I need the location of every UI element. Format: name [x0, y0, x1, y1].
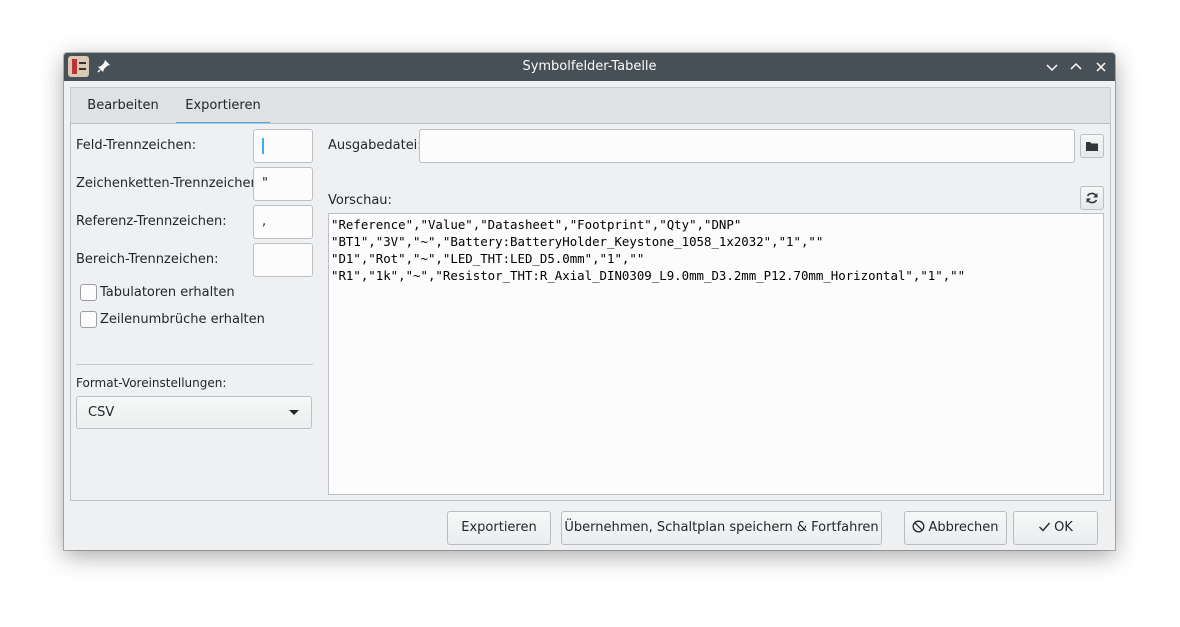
tab-bar: Bearbeiten Exportieren — [70, 87, 1111, 125]
preview-line: "Reference","Value","Datasheet","Footpri… — [331, 217, 742, 232]
preview-text-area[interactable]: "Reference","Value","Datasheet","Footpri… — [328, 213, 1104, 495]
folder-icon — [1086, 142, 1098, 151]
close-icon[interactable] — [1093, 59, 1109, 75]
keep-linebreaks-label[interactable]: Zeilenumbrüche erhalten — [100, 312, 265, 327]
dropdown-arrow-icon — [289, 410, 299, 415]
symbol-fields-table-dialog: Symbolfelder-Tabelle Bearbeiten Exportie… — [64, 53, 1115, 550]
text-cursor — [262, 137, 264, 154]
tab-export[interactable]: Exportieren — [176, 88, 270, 125]
divider — [76, 364, 313, 365]
window-title: Symbolfelder-Tabelle — [522, 59, 657, 74]
cancel-button-label: Abbrechen — [928, 520, 999, 535]
browse-folder-button[interactable] — [1080, 134, 1104, 158]
chevron-up-icon[interactable] — [1068, 59, 1084, 75]
export-panel: Feld-Trennzeichen: Zeichenketten-Trennze… — [70, 123, 1111, 501]
output-file-input[interactable] — [419, 129, 1075, 163]
preview-line: "D1","Rot","~","LED_THT:LED_D5.0mm","1",… — [331, 251, 645, 266]
output-file-label: Ausgabedatei: — [328, 138, 422, 153]
format-presets-value: CSV — [88, 405, 115, 420]
keep-tabs-checkbox[interactable] — [80, 284, 97, 301]
format-presets-select[interactable]: CSV — [76, 396, 312, 429]
tab-edit[interactable]: Bearbeiten — [79, 88, 167, 124]
reference-delimiter-label: Referenz-Trennzeichen: — [76, 214, 227, 229]
keep-tabs-label[interactable]: Tabulatoren erhalten — [100, 285, 235, 300]
field-delimiter-input[interactable] — [253, 129, 313, 163]
preview-label: Vorschau: — [328, 193, 392, 208]
export-button[interactable]: Exportieren — [447, 511, 551, 545]
field-delimiter-label: Feld-Trennzeichen: — [76, 138, 197, 153]
check-icon — [1039, 522, 1051, 532]
preview-line: "BT1","3V","~","Battery:BatteryHolder_Ke… — [331, 234, 824, 249]
range-delimiter-label: Bereich-Trennzeichen: — [76, 252, 219, 267]
range-delimiter-input[interactable] — [253, 243, 313, 277]
reference-delimiter-input[interactable]: , — [253, 205, 313, 239]
string-delimiter-input[interactable]: " — [253, 167, 313, 201]
format-presets-label: Format-Voreinstellungen: — [76, 376, 227, 390]
string-delimiter-label: Zeichenketten-Trennzeichen: — [76, 176, 264, 191]
export-button-label: Exportieren — [461, 520, 537, 535]
apply-save-continue-label: Übernehmen, Schaltplan speichern & Fortf… — [564, 520, 879, 535]
cancel-icon — [913, 520, 925, 533]
preview-line: "R1","1k","~","Resistor_THT:R_Axial_DIN0… — [331, 268, 966, 283]
refresh-preview-button[interactable] — [1080, 186, 1104, 210]
keep-linebreaks-checkbox[interactable] — [80, 311, 97, 328]
refresh-icon — [1086, 192, 1098, 204]
ok-button[interactable]: OK — [1013, 511, 1098, 545]
chevron-down-icon[interactable] — [1044, 59, 1060, 75]
cancel-button[interactable]: Abbrechen — [904, 511, 1007, 545]
ok-button-label: OK — [1054, 520, 1073, 535]
title-bar[interactable]: Symbolfelder-Tabelle — [64, 53, 1115, 81]
apply-save-continue-button[interactable]: Übernehmen, Schaltplan speichern & Fortf… — [561, 511, 882, 545]
tab-export-label: Exportieren — [185, 98, 261, 113]
